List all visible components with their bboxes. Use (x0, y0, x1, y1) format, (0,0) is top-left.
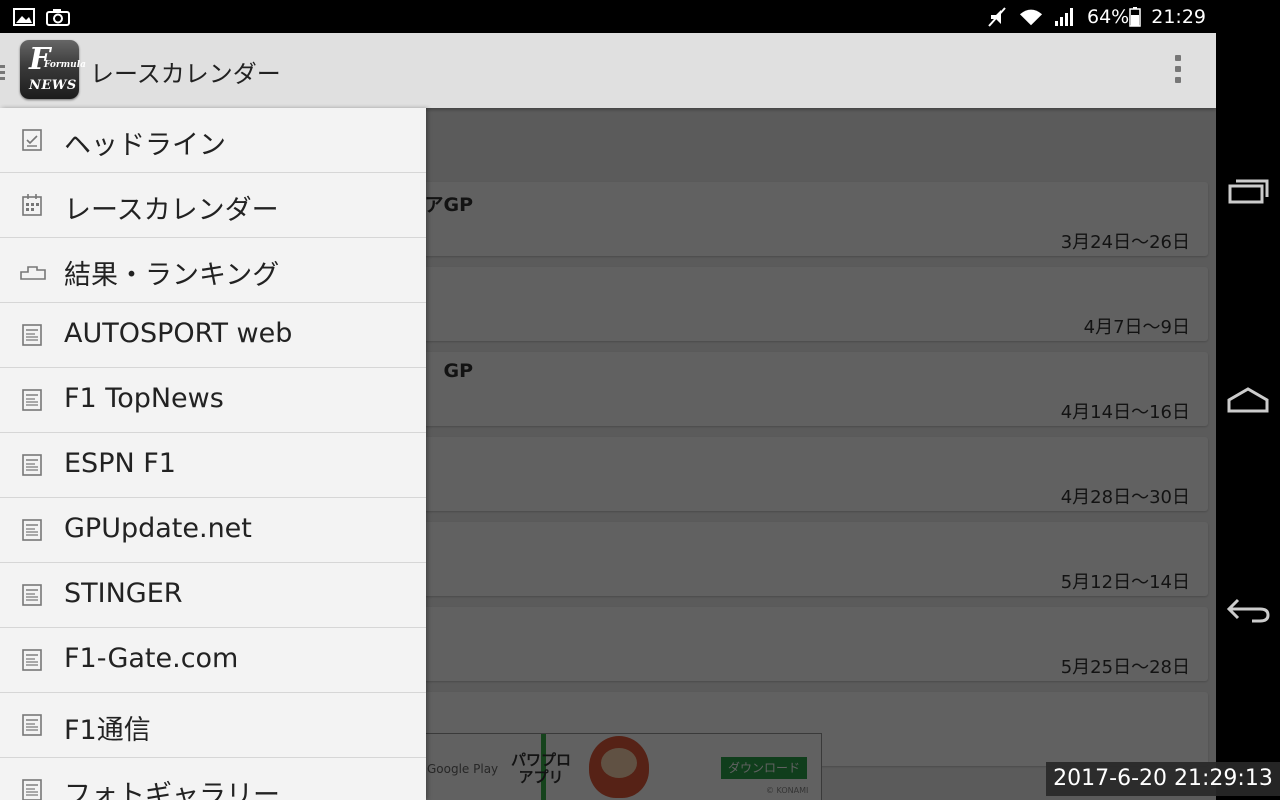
race-date: 5月12日〜14日 (1060, 572, 1190, 593)
clock: 21:29 (1151, 5, 1206, 28)
race-date: 5月25日〜28日 (1060, 657, 1190, 678)
checklist-icon (20, 129, 44, 151)
nav-item-headline[interactable]: ヘッドライン (0, 108, 426, 173)
ad-title-line1: パワプロ (511, 751, 572, 769)
overflow-menu-icon[interactable] (1174, 55, 1182, 85)
nav-item-race-calendar[interactable]: レースカレンダー (0, 173, 426, 238)
nav-item-label: F1-Gate.com (64, 643, 239, 674)
news-icon (20, 519, 44, 541)
camera-notification-icon (46, 7, 70, 27)
nav-item-espn-f1[interactable]: ESPN F1 (0, 433, 426, 498)
recent-apps-icon[interactable] (1224, 166, 1272, 214)
nav-item-label: 結果・ランキング (64, 260, 280, 291)
logo-news-text: NEWS (29, 78, 77, 93)
nav-item-label: STINGER (64, 578, 183, 609)
calendar-icon (20, 194, 44, 216)
news-icon (20, 779, 44, 800)
status-bar: 64% 21:29 (0, 0, 1216, 33)
mute-icon (985, 6, 1009, 27)
logo-formula-text: Formula (44, 60, 86, 70)
nav-item-gpupdate[interactable]: GPUpdate.net (0, 498, 426, 563)
nav-item-label: AUTOSPORT web (64, 318, 293, 349)
nav-item-label: F1通信 (64, 715, 151, 746)
nav-item-label: レースカレンダー (64, 195, 279, 226)
nav-item-f1-topnews[interactable]: F1 TopNews (0, 368, 426, 433)
home-icon[interactable] (1224, 376, 1272, 424)
back-icon[interactable] (1224, 586, 1272, 634)
battery-icon (1129, 6, 1141, 27)
signal-icon (1053, 7, 1077, 27)
nav-item-stinger[interactable]: STINGER (0, 563, 426, 628)
nav-item-label: GPUpdate.net (64, 513, 252, 544)
ad-title-line2: アプリ (518, 768, 564, 786)
podium-icon (20, 259, 46, 281)
app-logo: F Formula NEWS (20, 40, 86, 99)
ad-download-button[interactable]: ダウンロード (721, 757, 807, 779)
hamburger-icon[interactable] (0, 62, 5, 83)
screenshot-timestamp: 2017-6-20 21:29:13 (1046, 762, 1280, 796)
ad-mascot-face (601, 748, 637, 778)
app-bar: F Formula NEWS レースカレンダー (0, 33, 1216, 108)
race-date: 4月28日〜30日 (1060, 487, 1190, 508)
app-screen: 64% 21:29 F Formula NEWS レースカレンダー アGP 3月… (0, 0, 1216, 800)
ad-banner[interactable]: Google Play パワプロ アプリ ダウンロード © KONAMI (410, 733, 822, 800)
nav-item-photo-gallery[interactable]: フォトギャラリー (0, 758, 426, 800)
wifi-icon (1019, 7, 1043, 27)
battery-percent: 64% (1087, 5, 1130, 28)
nav-item-label: フォトギャラリー (64, 780, 280, 800)
navigation-drawer: ヘッドライン レースカレンダー 結果・ランキング AUTOSPORT web F… (0, 108, 426, 800)
nav-item-autosport-web[interactable]: AUTOSPORT web (0, 303, 426, 368)
image-notification-icon (12, 7, 36, 27)
ad-copyright: © KONAMI (766, 786, 809, 795)
news-icon (20, 324, 44, 346)
page-title: レースカレンダー (90, 60, 281, 88)
race-date: 3月24日〜26日 (1060, 232, 1190, 253)
ad-title: パワプロ アプリ (511, 752, 571, 786)
system-navigation-bar (1216, 0, 1280, 800)
nav-item-results-ranking[interactable]: 結果・ランキング (0, 238, 426, 303)
news-icon (20, 584, 44, 606)
race-date: 4月14日〜16日 (1060, 402, 1190, 423)
news-icon (20, 389, 44, 411)
news-icon (20, 649, 44, 671)
race-date: 4月7日〜9日 (1083, 317, 1190, 338)
ad-store-text: Google Play (427, 762, 499, 776)
news-icon (20, 454, 44, 476)
nav-item-label: ESPN F1 (64, 448, 176, 479)
nav-item-label: ヘッドライン (64, 130, 226, 161)
nav-item-f1-tsushin[interactable]: F1通信 (0, 693, 426, 758)
nav-item-f1-gate[interactable]: F1-Gate.com (0, 628, 426, 693)
news-icon (20, 714, 44, 736)
nav-item-label: F1 TopNews (64, 383, 224, 414)
